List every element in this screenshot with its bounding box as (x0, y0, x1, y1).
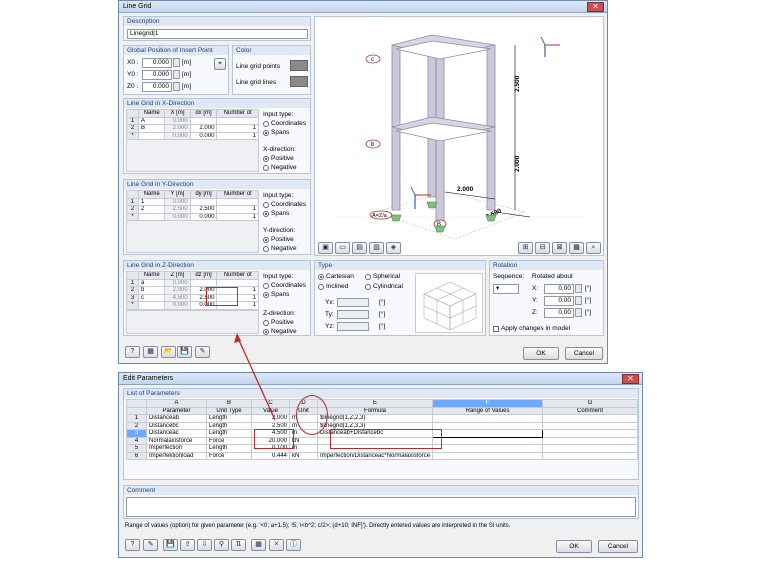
link-arrow (234, 333, 276, 421)
